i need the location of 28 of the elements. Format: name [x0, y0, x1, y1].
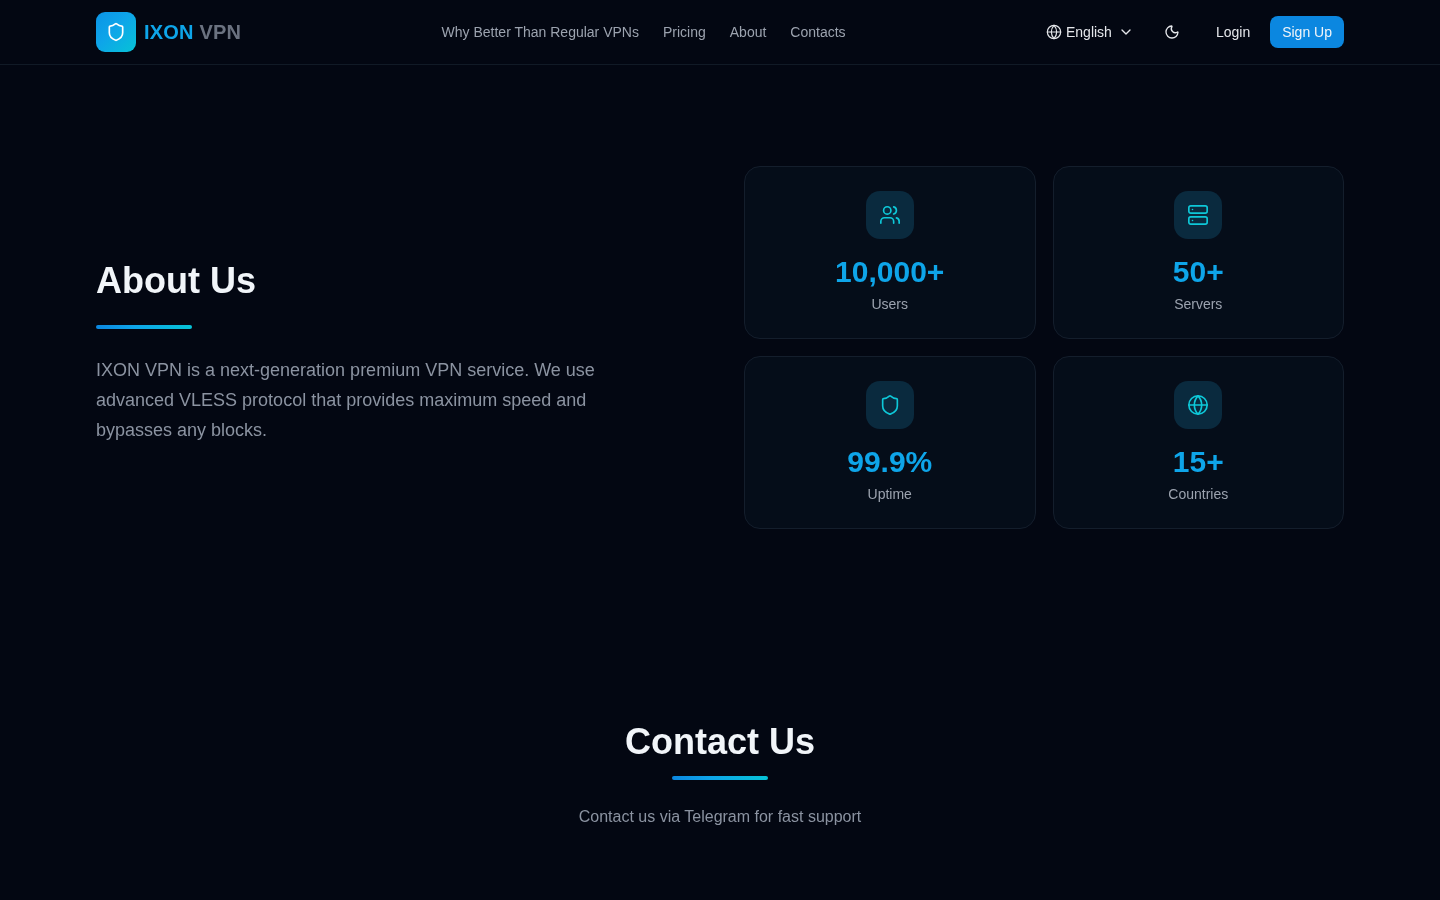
stat-label: Countries — [1168, 485, 1229, 504]
stat-value: 50+ — [1172, 254, 1224, 290]
shield-icon — [865, 381, 914, 429]
brand-name[interactable]: IXON VPN — [144, 20, 242, 44]
globe-icon — [1174, 381, 1223, 429]
stat-value: 99.9% — [847, 444, 933, 480]
users-icon — [865, 191, 914, 239]
signup-button[interactable]: Sign Up — [1270, 16, 1344, 48]
stat-label: Users — [871, 295, 909, 314]
moon-icon — [1163, 24, 1180, 40]
nav-link[interactable]: Why Better Than Regular VPNs — [441, 24, 639, 40]
nav-link[interactable]: Pricing — [662, 24, 706, 40]
login-button[interactable]: Login — [1207, 18, 1259, 46]
about-description: IXON VPN is a next-generation premium VPN service. We use advanced VLESS protocol that provides maximum speed and bypasses any blocks. — [96, 358, 596, 442]
section-heading: About Us — [96, 258, 257, 303]
theme-toggle-button[interactable] — [1163, 24, 1180, 40]
language-selector[interactable]: English — [1046, 24, 1134, 40]
server-icon — [1174, 191, 1223, 239]
contact-subtitle: Contact us via Telegram for fast support — [578, 807, 862, 827]
stat-label: Servers — [1174, 295, 1223, 314]
stat-value: 15+ — [1172, 444, 1224, 480]
stat-value: 10,000+ — [835, 254, 945, 290]
logo-icon[interactable] — [96, 12, 136, 52]
nav-link[interactable]: Contacts — [790, 24, 846, 40]
stat-label: Uptime — [867, 485, 912, 504]
section-heading: Contact Us — [624, 720, 815, 764]
globe-icon — [1046, 24, 1062, 40]
nav-link[interactable]: About — [729, 24, 767, 40]
